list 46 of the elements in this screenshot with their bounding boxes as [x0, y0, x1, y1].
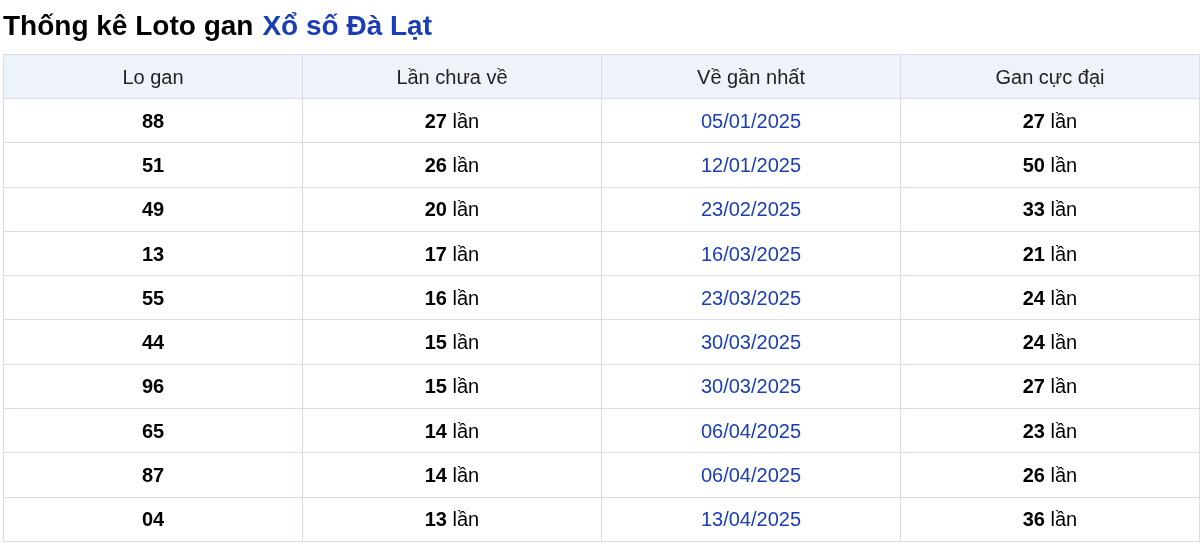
- table-cell: 15 lần: [302, 364, 602, 409]
- column-header: Lo gan: [3, 54, 303, 99]
- table-cell: 51: [3, 142, 303, 188]
- table-cell: 50 lần: [900, 142, 1200, 188]
- table-cell: 26 lần: [900, 452, 1200, 498]
- table-cell: 27 lần: [900, 364, 1200, 409]
- table-cell: 96: [3, 364, 303, 409]
- column-header: Lần chưa về: [302, 54, 602, 99]
- table-cell: 13 lần: [302, 497, 602, 542]
- table-cell: 27 lần: [900, 98, 1200, 143]
- table-cell: 65: [3, 408, 303, 453]
- table-cell: 27 lần: [302, 98, 602, 143]
- table-cell: 33 lần: [900, 187, 1200, 232]
- table-cell: 06/04/2025: [601, 452, 901, 498]
- table-cell: 16 lần: [302, 275, 602, 320]
- lottery-link[interactable]: Xổ số Đà Lạt: [262, 5, 432, 47]
- table-cell: 23/02/2025: [601, 187, 901, 232]
- table-cell: 23/03/2025: [601, 275, 901, 320]
- table-cell: 55: [3, 275, 303, 320]
- table-cell: 13: [3, 231, 303, 276]
- table-cell: 49: [3, 187, 303, 232]
- table-cell: 13/04/2025: [601, 497, 901, 542]
- table-cell: 24 lần: [900, 320, 1200, 365]
- table-cell: 44: [3, 320, 303, 365]
- table-cell: 12/01/2025: [601, 142, 901, 188]
- page-title: Thống kê Loto gan: [3, 9, 254, 43]
- table-cell: 30/03/2025: [601, 364, 901, 409]
- table-cell: 36 lần: [900, 497, 1200, 542]
- table-cell: 14 lần: [302, 408, 602, 453]
- table-cell: 26 lần: [302, 142, 602, 188]
- table-cell: 24 lần: [900, 275, 1200, 320]
- table-cell: 30/03/2025: [601, 320, 901, 365]
- table-cell: 20 lần: [302, 187, 602, 232]
- table-cell: 17 lần: [302, 231, 602, 276]
- table-cell: 87: [3, 452, 303, 498]
- column-header: Gan cực đại: [900, 54, 1200, 99]
- table-cell: 16/03/2025: [601, 231, 901, 276]
- table-cell: 88: [3, 98, 303, 143]
- column-header: Về gần nhất: [601, 54, 901, 99]
- table-cell: 23 lần: [900, 408, 1200, 453]
- table-cell: 15 lần: [302, 320, 602, 365]
- table-cell: 04: [3, 497, 303, 542]
- table-cell: 21 lần: [900, 231, 1200, 276]
- table-cell: 05/01/2025: [601, 98, 901, 143]
- table-cell: 06/04/2025: [601, 408, 901, 453]
- table-cell: 14 lần: [302, 452, 602, 498]
